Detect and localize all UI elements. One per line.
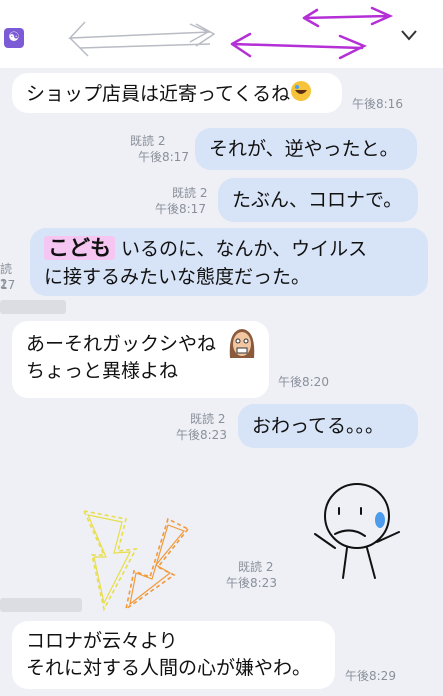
- arrow-doodles-sticker[interactable]: [70, 505, 200, 617]
- message-time: 午後8:16: [352, 97, 403, 111]
- read-receipt: 既読 2: [172, 186, 208, 200]
- chat-header: ☯: [0, 0, 443, 68]
- highlight-text: こども: [44, 236, 115, 260]
- message-time: 午後8:17: [155, 202, 206, 216]
- white-arrow-doodle: [68, 21, 215, 57]
- read-receipt: 既読 2: [238, 560, 274, 574]
- read-receipt: 既読 2: [190, 412, 226, 426]
- message-text: それに対する人間の心が嫌やわ。: [26, 657, 312, 679]
- read-receipt: 既読 2: [130, 134, 166, 148]
- message-incoming[interactable]: コロナが云々より それに対する人間の心が嫌やわ。: [12, 621, 335, 689]
- laughing-emoji-icon: [290, 80, 312, 109]
- message-time: 午後8:23: [176, 428, 227, 442]
- message-text: あーそれガックシやね: [26, 333, 217, 355]
- yin-yang-icon[interactable]: ☯: [4, 28, 24, 48]
- message-text: おわってる。。。: [252, 415, 385, 437]
- message-text: それが、逆やったと。: [209, 138, 399, 160]
- message-text: ちょっと異様よね: [26, 360, 179, 382]
- pink-arrows-doodle: [230, 6, 394, 60]
- message-incoming[interactable]: ショップ店員は近寄ってくるね: [12, 73, 342, 113]
- message-text: ショップ店員は近寄ってくるね: [26, 83, 291, 105]
- message-outgoing[interactable]: こども いるのに、なんか、ウイルス に接するみたいな態度だった。: [30, 228, 428, 296]
- sticker-face-icon: [226, 326, 258, 364]
- chevron-down-icon[interactable]: [398, 24, 420, 46]
- message-time: 午後8:17: [138, 150, 189, 164]
- worried-face-sticker[interactable]: [305, 478, 409, 584]
- message-outgoing[interactable]: おわってる。。。: [238, 404, 418, 448]
- message-text: コロナが云々より: [26, 630, 178, 652]
- message-time: 午後8:23: [226, 576, 277, 590]
- message-text: いるのに、なんか、ウイルス: [121, 238, 368, 260]
- sender-name-placeholder: [0, 300, 66, 314]
- message-time: 17: [0, 278, 16, 292]
- message-time: 午後8:20: [278, 375, 329, 389]
- message-outgoing[interactable]: それが、逆やったと。: [195, 128, 417, 170]
- message-text: に接するみたいな態度だった。: [44, 266, 311, 288]
- sender-name-placeholder: [0, 598, 82, 612]
- message-outgoing[interactable]: たぶん、コロナで。: [218, 178, 418, 222]
- message-text: たぶん、コロナで。: [232, 189, 403, 211]
- message-time: 午後8:29: [345, 669, 396, 683]
